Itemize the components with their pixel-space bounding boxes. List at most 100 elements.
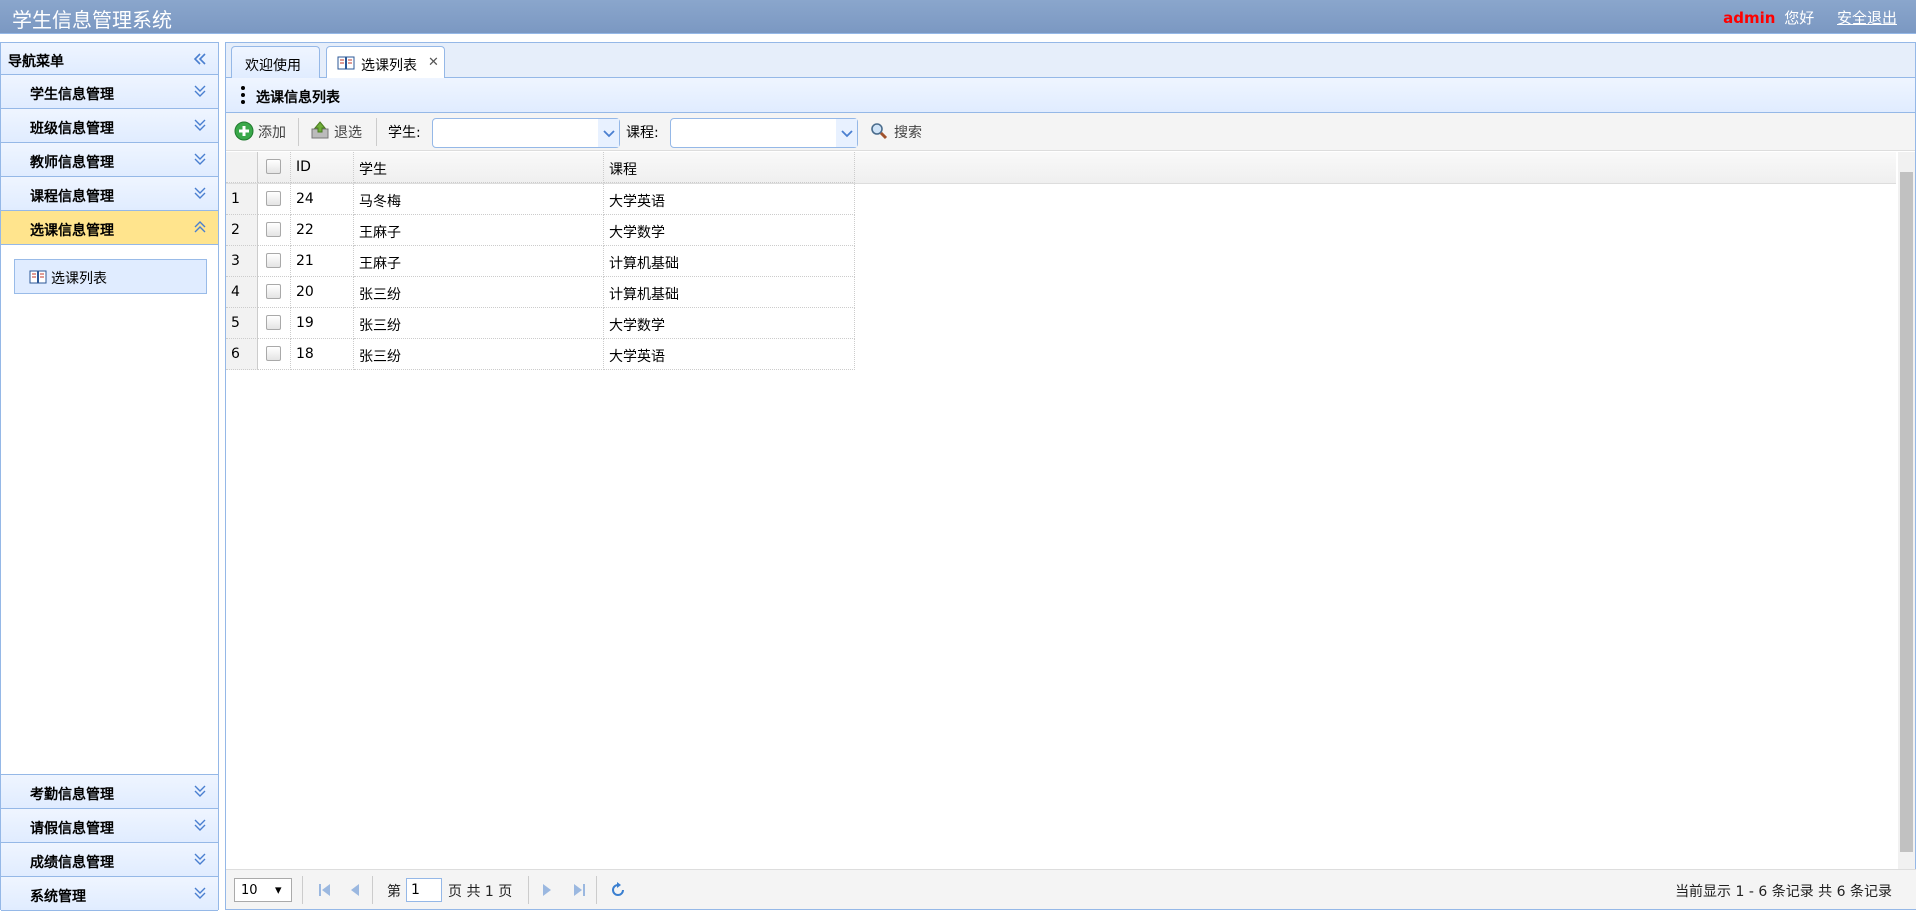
submenu-item-selection-list[interactable]: 选课列表 [14,259,207,294]
select-all-checkbox[interactable] [266,159,281,174]
content-panel: 选课信息列表 添加 退选 学生: 课程: 搜索 ID 学生 课程 1 24 马冬… [225,78,1916,910]
row-number: 5 [226,308,258,339]
search-label: 搜索 [894,125,922,141]
sidebar-item-attendance[interactable]: 考勤信息管理 [1,775,218,809]
table-row[interactable]: 6 18 张三纷 大学英语 [226,339,1896,370]
add-label: 添加 [258,125,286,141]
cell-course: 计算机基础 [604,246,855,277]
sidebar-item-label: 班级信息管理 [30,121,114,137]
username: admin [1723,9,1776,27]
row-number: 3 [226,246,258,277]
logout-link[interactable]: 安全退出 [1837,9,1897,27]
chevron-double-down-icon [194,153,206,165]
sidebar-item-class[interactable]: 班级信息管理 [1,109,218,143]
sidebar-item-label: 学生信息管理 [30,87,114,103]
sidebar-item-leave[interactable]: 请假信息管理 [1,809,218,843]
first-page-icon[interactable] [318,883,332,897]
panel-title: 选课信息列表 [256,90,340,106]
page-size-select[interactable]: 10 ▾ [234,878,292,902]
course-select[interactable] [670,118,858,148]
table-row[interactable]: 2 22 王麻子 大学数学 [226,215,1896,246]
main-area: 欢迎使用 选课列表 ✕ 选课信息列表 添加 退选 学生: 课程: 搜索 ID 学… [225,42,1916,910]
cell-course: 大学英语 [604,184,855,215]
next-page-icon[interactable] [540,883,554,897]
greeting: 您好 [1784,9,1815,27]
sidebar-item-label: 请假信息管理 [30,821,114,837]
cell-id: 20 [291,277,354,308]
sidebar-item-label: 教师信息管理 [30,155,114,171]
sidebar-item-selection[interactable]: 选课信息管理 [1,211,218,245]
user-area: admin 您好 安全退出 [1723,7,1897,28]
book-icon [337,56,355,70]
app-title: 学生信息管理系统 [12,8,172,32]
more-vertical-icon [241,86,245,106]
refresh-icon[interactable] [609,881,627,899]
row-select-cell [258,215,291,246]
cell-id: 22 [291,215,354,246]
cell-student: 王麻子 [354,215,604,246]
cell-course: 大学数学 [604,308,855,339]
row-checkbox[interactable] [266,346,281,361]
row-number-header [226,152,258,183]
vertical-scrollbar[interactable] [1898,152,1915,872]
row-checkbox[interactable] [266,253,281,268]
chevron-double-down-icon [194,187,206,199]
sidebar-item-system[interactable]: 系统管理 [1,877,218,911]
table-row[interactable]: 4 20 张三纷 计算机基础 [226,277,1896,308]
toolbar: 添加 退选 学生: 课程: 搜索 [226,113,1915,151]
tab-selection-list[interactable]: 选课列表 ✕ [326,46,445,80]
chevron-double-up-icon [194,221,206,233]
app-header: 学生信息管理系统 admin 您好 安全退出 [0,0,1916,34]
page-number-input[interactable]: 1 [406,878,442,902]
page-size-value: 10 [241,883,258,898]
column-header-id[interactable]: ID [291,152,354,183]
cell-student: 张三纷 [354,308,604,339]
row-checkbox[interactable] [266,222,281,237]
cell-student: 马冬梅 [354,184,604,215]
chevron-double-down-icon [194,119,206,131]
sidebar-header: 导航菜单 [1,43,218,75]
table-row[interactable]: 5 19 张三纷 大学数学 [226,308,1896,339]
sidebar-item-student[interactable]: 学生信息管理 [1,75,218,109]
previous-page-icon[interactable] [348,883,362,897]
sidebar-item-teacher[interactable]: 教师信息管理 [1,143,218,177]
chevron-double-down-icon [194,887,206,899]
sidebar-item-label: 成绩信息管理 [30,855,114,871]
record-summary: 当前显示 1 - 6 条记录 共 6 条记录 [1675,884,1892,900]
table-row[interactable]: 1 24 马冬梅 大学英语 [226,184,1896,215]
sidebar-item-label: 课程信息管理 [30,189,114,205]
scrollbar-thumb[interactable] [1900,172,1913,852]
collapse-left-icon[interactable] [192,51,208,67]
table-row[interactable]: 3 21 王麻子 计算机基础 [226,246,1896,277]
last-page-icon[interactable] [572,883,586,897]
grid-body: 1 24 马冬梅 大学英语 2 22 王麻子 大学数学 3 21 王麻子 计算机基础 4 20 张三纷 计算机… [226,184,1896,370]
student-select[interactable] [432,118,620,148]
sidebar-item-label: 选课信息管理 [30,223,114,239]
row-checkbox[interactable] [266,315,281,330]
row-checkbox[interactable] [266,191,281,206]
sidebar-item-score[interactable]: 成绩信息管理 [1,843,218,877]
cell-course: 大学英语 [604,339,855,370]
column-header-course[interactable]: 课程 [604,152,855,183]
page-number-value: 1 [411,882,420,898]
row-select-cell [258,339,291,370]
data-grid: ID 学生 课程 1 24 马冬梅 大学英语 2 22 王麻子 大学数学 3 21 王麻子 计算机基础… [226,152,1896,370]
pager-divider [372,876,373,904]
tab-label: 选课列表 [361,58,417,74]
row-select-cell [258,308,291,339]
chevron-down-icon[interactable] [597,119,619,147]
page-prefix: 第 [387,884,401,900]
cell-id: 24 [291,184,354,215]
column-header-student[interactable]: 学生 [354,152,604,183]
sidebar-submenu: 选课列表 [1,245,218,775]
row-checkbox[interactable] [266,284,281,299]
pager-divider [528,876,529,904]
tab-welcome[interactable]: 欢迎使用 [231,46,320,79]
chevron-double-down-icon [194,785,206,797]
sidebar-item-course[interactable]: 课程信息管理 [1,177,218,211]
chevron-double-down-icon [194,85,206,97]
chevron-down-icon[interactable] [835,119,857,147]
course-filter-label: 课程: [626,125,659,141]
row-select-cell [258,246,291,277]
close-icon[interactable]: ✕ [428,55,439,70]
